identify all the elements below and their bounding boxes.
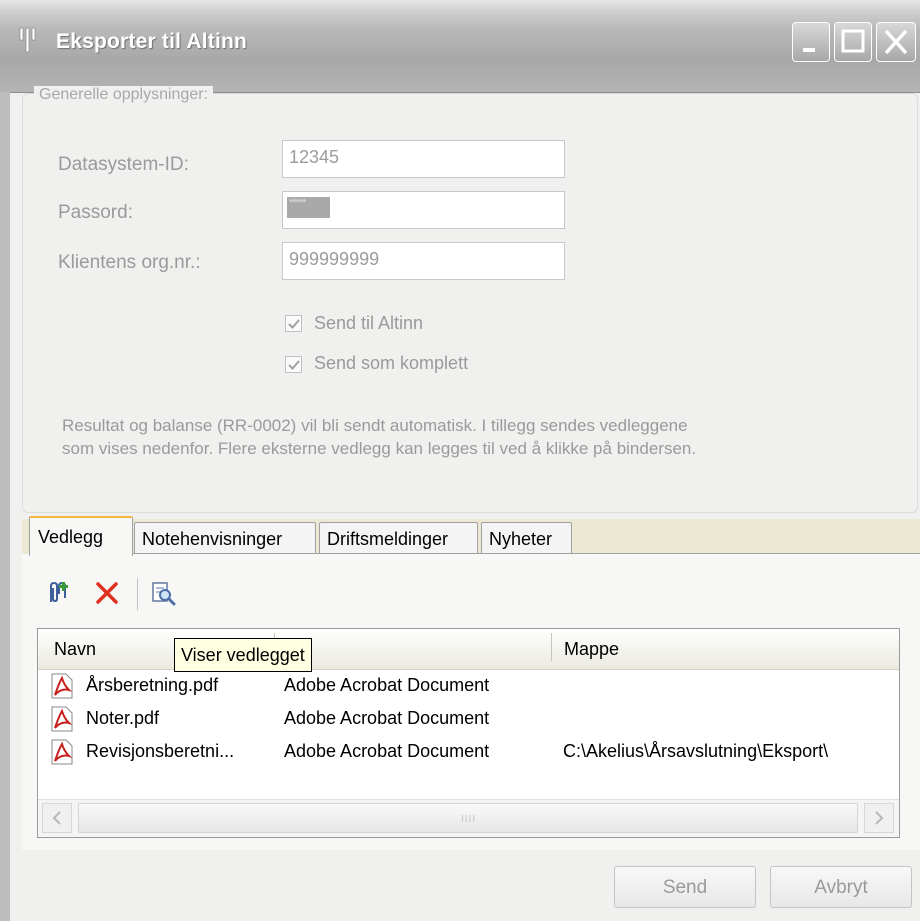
- client-orgnr-label: Klientens org.nr.:: [58, 252, 201, 273]
- file-name: Revisjonsberetni...: [86, 741, 235, 761]
- attach-add-icon[interactable]: [45, 580, 71, 606]
- tab-vedlegg[interactable]: Vedlegg: [29, 516, 133, 556]
- minimize-button[interactable]: [792, 22, 830, 62]
- minimize-icon: [803, 48, 815, 52]
- maximize-icon: [841, 29, 865, 53]
- cancel-button[interactable]: Avbryt: [770, 866, 912, 908]
- close-icon: [884, 29, 908, 55]
- datasystem-input[interactable]: 12345: [282, 140, 565, 178]
- general-legend: Generelle opplysninger:: [34, 86, 213, 104]
- export-dialog: Eksporter til Altinn Generelle opplysnin…: [0, 0, 920, 921]
- pdf-file-icon: [51, 739, 73, 765]
- scroll-grip: IIII: [461, 814, 477, 825]
- send-altinn-label: Send til Altinn: [314, 313, 424, 333]
- tab-driftsmeldinger[interactable]: Driftsmeldinger: [319, 522, 478, 553]
- send-altinn-checkbox[interactable]: [285, 315, 302, 332]
- pdf-file-icon: [51, 673, 73, 699]
- file-type: Adobe Acrobat Document: [284, 675, 490, 695]
- app-icon: [19, 27, 36, 53]
- client-orgnr-input[interactable]: 999999999: [282, 242, 565, 280]
- password-value: *****: [289, 197, 306, 209]
- list-item[interactable]: Noter.pdf Adobe Acrobat Document: [38, 704, 899, 735]
- toolbar-separator: [137, 578, 138, 610]
- preview-icon[interactable]: [150, 580, 176, 606]
- check-icon: [288, 360, 300, 370]
- list-item[interactable]: Årsberetning.pdf Adobe Acrobat Document: [38, 671, 899, 702]
- chevron-left-icon: [52, 811, 61, 825]
- window-title: Eksporter til Altinn: [56, 30, 248, 53]
- attachment-list[interactable]: Navn Mappe Årsberetning.pdf Adobe Acroba…: [37, 628, 900, 838]
- file-type: Adobe Acrobat Document: [284, 708, 490, 728]
- file-type: Adobe Acrobat Document: [284, 741, 490, 761]
- file-folder: C:\Akelius\Årsavslutning\Eksport\: [563, 741, 829, 761]
- tab-nyheter[interactable]: Nyheter: [481, 522, 572, 553]
- chevron-right-icon: [875, 811, 884, 825]
- send-complete-checkbox[interactable]: [285, 356, 302, 373]
- info-line-2: som vises nedenfor. Flere eksterne vedle…: [62, 439, 697, 458]
- window-border: [0, 92, 10, 921]
- scroll-right-button[interactable]: [864, 803, 894, 833]
- scroll-thumb[interactable]: IIII: [78, 803, 858, 833]
- info-line-1: Resultat og balanse (RR-0002) vil bli se…: [62, 416, 688, 435]
- horizontal-scrollbar[interactable]: IIII: [38, 799, 899, 837]
- column-header-mappe[interactable]: Mappe: [564, 639, 619, 660]
- title-bar[interactable]: Eksporter til Altinn: [0, 0, 920, 93]
- password-label: Passord:: [58, 202, 133, 223]
- delete-icon[interactable]: [94, 580, 120, 606]
- pdf-file-icon: [51, 706, 73, 732]
- send-complete-label: Send som komplett: [314, 353, 469, 373]
- send-button[interactable]: Send: [614, 866, 756, 908]
- scroll-left-button[interactable]: [42, 803, 72, 833]
- datasystem-label: Datasystem-ID:: [58, 154, 189, 175]
- info-text: Resultat og balanse (RR-0002) vil bli se…: [62, 414, 902, 460]
- file-name: Årsberetning.pdf: [86, 675, 219, 695]
- check-icon: [288, 319, 300, 329]
- list-header: Navn Mappe: [38, 629, 899, 670]
- list-item[interactable]: Revisjonsberetni... Adobe Acrobat Docume…: [38, 737, 899, 768]
- column-divider[interactable]: [551, 633, 552, 661]
- close-button[interactable]: [876, 22, 916, 62]
- tab-notehenvisninger[interactable]: Notehenvisninger: [134, 522, 316, 553]
- tooltip: Viser vedlegget: [174, 638, 312, 672]
- maximize-button[interactable]: [834, 22, 872, 62]
- column-header-navn[interactable]: Navn: [54, 639, 96, 660]
- file-name: Noter.pdf: [86, 708, 160, 728]
